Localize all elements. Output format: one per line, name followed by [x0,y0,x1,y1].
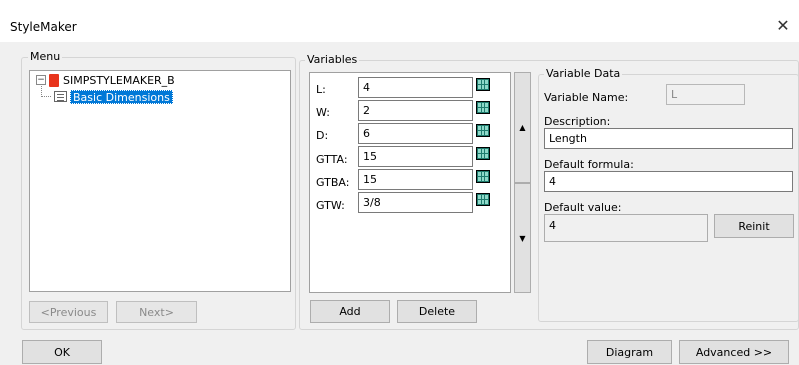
variable-name-label: W: [316,106,330,119]
formula-calculator-icon[interactable] [476,193,490,206]
reinit-button[interactable]: Reinit [714,214,794,238]
variable-name-field: L [666,84,745,105]
variables-group-label: Variables [305,53,360,66]
ok-button[interactable]: OK [22,340,102,364]
collapse-toggle-icon[interactable]: − [36,75,46,85]
add-button[interactable]: Add [310,300,390,323]
variables-list[interactable]: L: 4 W: 2 D: 6 GTTA: 15 GTBA: 15 GTW: 3/… [309,72,511,293]
tree-connector [41,96,51,97]
variable-name-label: L: [316,83,326,96]
variable-value-input[interactable]: 4 [358,77,473,98]
move-up-button[interactable]: ▲ [514,72,531,183]
variable-name-label: GTBA: [316,176,350,189]
delete-button[interactable]: Delete [397,300,477,323]
variable-value-input[interactable]: 15 [358,169,473,190]
default-value-label: Default value: [544,201,622,214]
tree-item-basic-dimensions[interactable]: Basic Dimensions [70,90,173,104]
formula-calculator-icon[interactable] [476,101,490,114]
tree-root-label[interactable]: SIMPSTYLEMAKER_B [63,74,175,87]
variable-value-input[interactable]: 2 [358,100,473,121]
next-button[interactable]: Next> [116,301,197,323]
title-bar [0,0,799,42]
variable-value-input[interactable]: 15 [358,146,473,167]
window-title: StyleMaker [10,20,77,34]
variable-name-label: GTW: [316,199,345,212]
default-formula-label: Default formula: [544,158,634,171]
move-down-button[interactable]: ▼ [514,183,531,293]
default-value-field: 4 [544,214,708,242]
style-document-icon [49,74,59,87]
description-label: Description: [544,115,611,128]
previous-button[interactable]: <Previous [29,301,108,323]
variable-value-input[interactable]: 6 [358,123,473,144]
close-icon[interactable]: ✕ [772,16,794,38]
description-input[interactable]: Length [544,128,793,149]
menu-group-label: Menu [28,50,63,63]
variable-data-group-label: Variable Data [544,67,623,80]
menu-tree[interactable]: − SIMPSTYLEMAKER_B Basic Dimensions [29,70,291,292]
variable-value-input[interactable]: 3/8 [358,192,473,213]
default-formula-input[interactable]: 4 [544,171,793,192]
formula-calculator-icon[interactable] [476,170,490,183]
list-icon [54,91,67,102]
formula-calculator-icon[interactable] [476,147,490,160]
diagram-button[interactable]: Diagram [587,340,672,364]
variable-name-label: GTTA: [316,153,348,166]
variable-data-group [538,74,799,322]
formula-calculator-icon[interactable] [476,124,490,137]
formula-calculator-icon[interactable] [476,78,490,91]
variable-name-label: D: [316,129,329,142]
advanced-button[interactable]: Advanced >> [679,340,789,364]
variable-name-field-label: Variable Name: [544,91,629,104]
